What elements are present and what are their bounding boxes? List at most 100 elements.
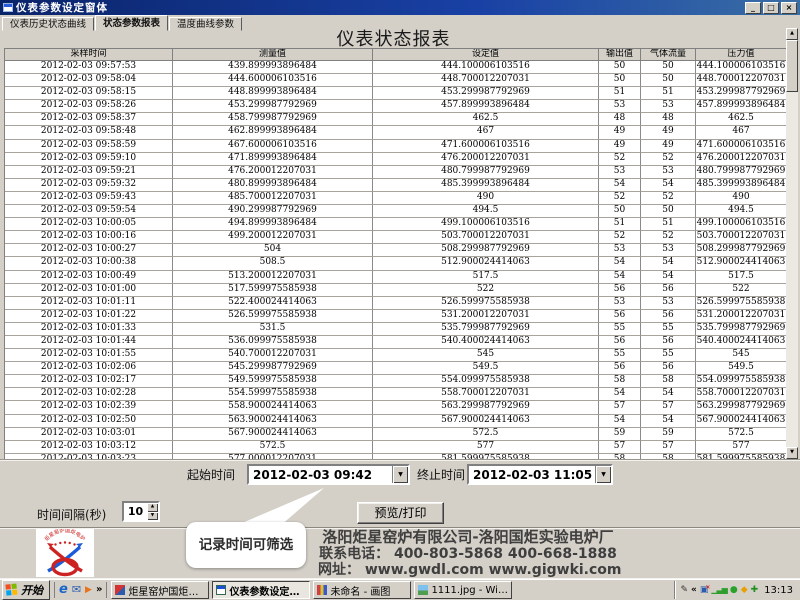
table-cell: 54 [641,257,696,270]
table-row[interactable]: 2012-02-03 10:02:06545.299987792969549.5… [5,362,786,375]
table-row[interactable]: 2012-02-03 10:01:55540.70001220703154555… [5,349,786,362]
company-name: 洛阳炬星窑炉有限公司-洛阳国炬实验电炉厂 [318,528,618,546]
antivirus-icon[interactable]: ● [730,585,738,595]
preview-print-button[interactable]: 预览/打印 [357,502,444,524]
table-cell: 52 [599,153,641,166]
taskbar-button[interactable]: 炬星窑炉国炬电炉监... [111,581,209,599]
table-cell: 2012-02-03 09:58:26 [5,100,173,113]
table-cell: 49 [599,140,641,153]
tab-状态参数报表[interactable]: 状态参数报表 [95,15,168,31]
network-error-icon[interactable]: ▣ [700,585,709,595]
table-row[interactable]: 2012-02-03 10:01:22526.599975585938531.2… [5,310,786,323]
table-cell: 57 [641,441,696,454]
table-cell: 490 [696,192,786,205]
taskbar-button-label: 炬星窑炉国炬电炉监... [128,583,205,598]
dropdown-arrow-icon[interactable]: ▼ [595,466,611,483]
taskbar-button[interactable]: 1111.jpg - Windows ... [414,581,512,599]
table-cell: 54 [641,415,696,428]
end-time-combo[interactable]: 2012-02-03 11:05 ▼ [467,464,613,485]
media-player-icon[interactable]: ▶ [85,583,92,597]
table-row[interactable]: 2012-02-03 10:02:17549.599975585938554.0… [5,375,786,388]
table-cell: 480.899993896484 [173,179,373,192]
table-row[interactable]: 2012-02-03 09:58:48462.89999389648446749… [5,126,786,139]
shield-icon[interactable]: ◆ [741,585,748,595]
taskbar-button[interactable]: 未命名 - 画图 [313,581,411,599]
table-row[interactable]: 2012-02-03 09:58:15448.899993896484453.2… [5,87,786,100]
table-cell: 513.200012207031 [173,271,373,284]
table-row[interactable]: 2012-02-03 09:58:59467.600006103516471.6… [5,140,786,153]
taskbar-button[interactable]: 仪表参数设定窗体 [212,581,310,599]
table-row[interactable]: 2012-02-03 10:00:38508.5512.900024414063… [5,257,786,270]
table-row[interactable]: 2012-02-03 10:01:44536.099975585938540.4… [5,336,786,349]
table-cell: 54 [599,415,641,428]
overflow-chevron-icon[interactable]: » [96,583,102,597]
table-row[interactable]: 2012-02-03 10:02:50563.900024414063567.9… [5,415,786,428]
signal-bars-icon[interactable]: ▁▃▅ [711,585,726,595]
table-cell: 462.899993896484 [173,126,373,139]
table-row[interactable]: 2012-02-03 10:02:28554.599975585938558.7… [5,388,786,401]
table-cell: 58 [599,375,641,388]
table-cell: 57 [599,441,641,454]
collapse-chevron-icon[interactable]: « [691,585,697,595]
table-cell: 56 [641,362,696,375]
table-cell: 526.599975585938 [173,310,373,323]
table-row[interactable]: 2012-02-03 09:59:54490.299987792969494.5… [5,205,786,218]
table-row[interactable]: 2012-02-03 09:59:32480.899993896484485.3… [5,179,786,192]
table-row[interactable]: 2012-02-03 09:58:04444.600006103516448.7… [5,74,786,87]
table-cell: 485.700012207031 [173,192,373,205]
table-cell: 49 [641,126,696,139]
table-row[interactable]: 2012-02-03 09:59:21476.200012207031480.7… [5,166,786,179]
table-cell: 490.299987792969 [173,205,373,218]
ime-pen-icon[interactable]: ✎ [680,585,688,595]
close-button[interactable]: × [781,2,797,14]
table-row[interactable]: 2012-02-03 10:00:16499.200012207031503.7… [5,231,786,244]
spin-up-icon[interactable]: ▲ [147,503,158,512]
table-row[interactable]: 2012-02-03 10:02:39558.900024414063563.2… [5,401,786,414]
company-info: 洛阳炬星窑炉有限公司-洛阳国炬实验电炉厂 联系电话： 400-803-5868 … [318,528,618,578]
table-row[interactable]: 2012-02-03 10:00:05494.899993896484499.1… [5,218,786,231]
dropdown-arrow-icon[interactable]: ▼ [392,466,408,483]
table-row[interactable]: 2012-02-03 09:59:10471.899993896484476.2… [5,153,786,166]
table-cell: 567.900024414063 [373,415,599,428]
scroll-up-icon[interactable]: ▲ [786,28,798,40]
start-label: 开始 [21,582,43,598]
table-row[interactable]: 2012-02-03 10:03:01567.900024414063572.5… [5,428,786,441]
table-row[interactable]: 2012-02-03 10:00:49513.200012207031517.5… [5,271,786,284]
table-cell: 467 [373,126,599,139]
table-cell: 2012-02-03 09:59:54 [5,205,173,218]
taskbar-button-label: 仪表参数设定窗体 [229,583,306,598]
table-row[interactable]: 2012-02-03 09:57:53439.899993896484444.1… [5,61,786,74]
start-button[interactable]: 开始 [2,580,50,600]
table-row[interactable]: 2012-02-03 09:58:37458.799987792969462.5… [5,113,786,126]
spin-down-icon[interactable]: ▼ [147,512,158,521]
table-cell: 55 [641,349,696,362]
mail-icon[interactable]: ✉ [72,583,81,597]
scrollbar-thumb[interactable] [786,40,798,92]
table-cell: 444.600006103516 [173,74,373,87]
table-row[interactable]: 2012-02-03 09:58:26453.299987792969457.8… [5,100,786,113]
update-icon[interactable]: ✚ [751,585,759,595]
table-row[interactable]: 2012-02-03 10:01:00517.59997558593852256… [5,284,786,297]
table-cell: 554.099975585938 [373,375,599,388]
ie-icon[interactable]: e [59,583,68,597]
table-cell: 567.900024414063 [696,415,786,428]
table-row[interactable]: 2012-02-03 10:01:11522.400024414063526.5… [5,297,786,310]
titlebar[interactable]: 仪表参数设定窗体 _ □ × [0,0,800,15]
table-row[interactable]: 2012-02-03 10:00:27504508.29998779296953… [5,244,786,257]
end-time-label: 终止时间 [417,466,465,483]
table-row[interactable]: 2012-02-03 10:01:33531.5535.799987792969… [5,323,786,336]
table-row[interactable]: 2012-02-03 10:03:12572.55775757577 [5,441,786,454]
scroll-down-icon[interactable]: ▼ [786,447,798,459]
table-scrollbar[interactable]: ▲ ▼ [786,28,798,459]
table-cell: 467 [696,126,786,139]
minimize-button[interactable]: _ [745,2,761,14]
table-cell: 2012-02-03 09:59:32 [5,179,173,192]
start-time-value: 2012-02-03 09:42 [249,468,392,482]
taskbar: 开始 e ✉ ▶ » 炬星窑炉国炬电炉监... 仪表参数设定窗体未命名 - 画图1111… [0,578,800,600]
table-cell: 2012-02-03 10:01:44 [5,336,173,349]
window-icon [3,3,13,12]
table-row[interactable]: 2012-02-03 09:59:43485.70001220703149052… [5,192,786,205]
restore-button[interactable]: □ [763,2,779,14]
table-cell: 2012-02-03 10:00:27 [5,244,173,257]
interval-spinner[interactable]: 10 ▲ ▼ [122,501,160,522]
